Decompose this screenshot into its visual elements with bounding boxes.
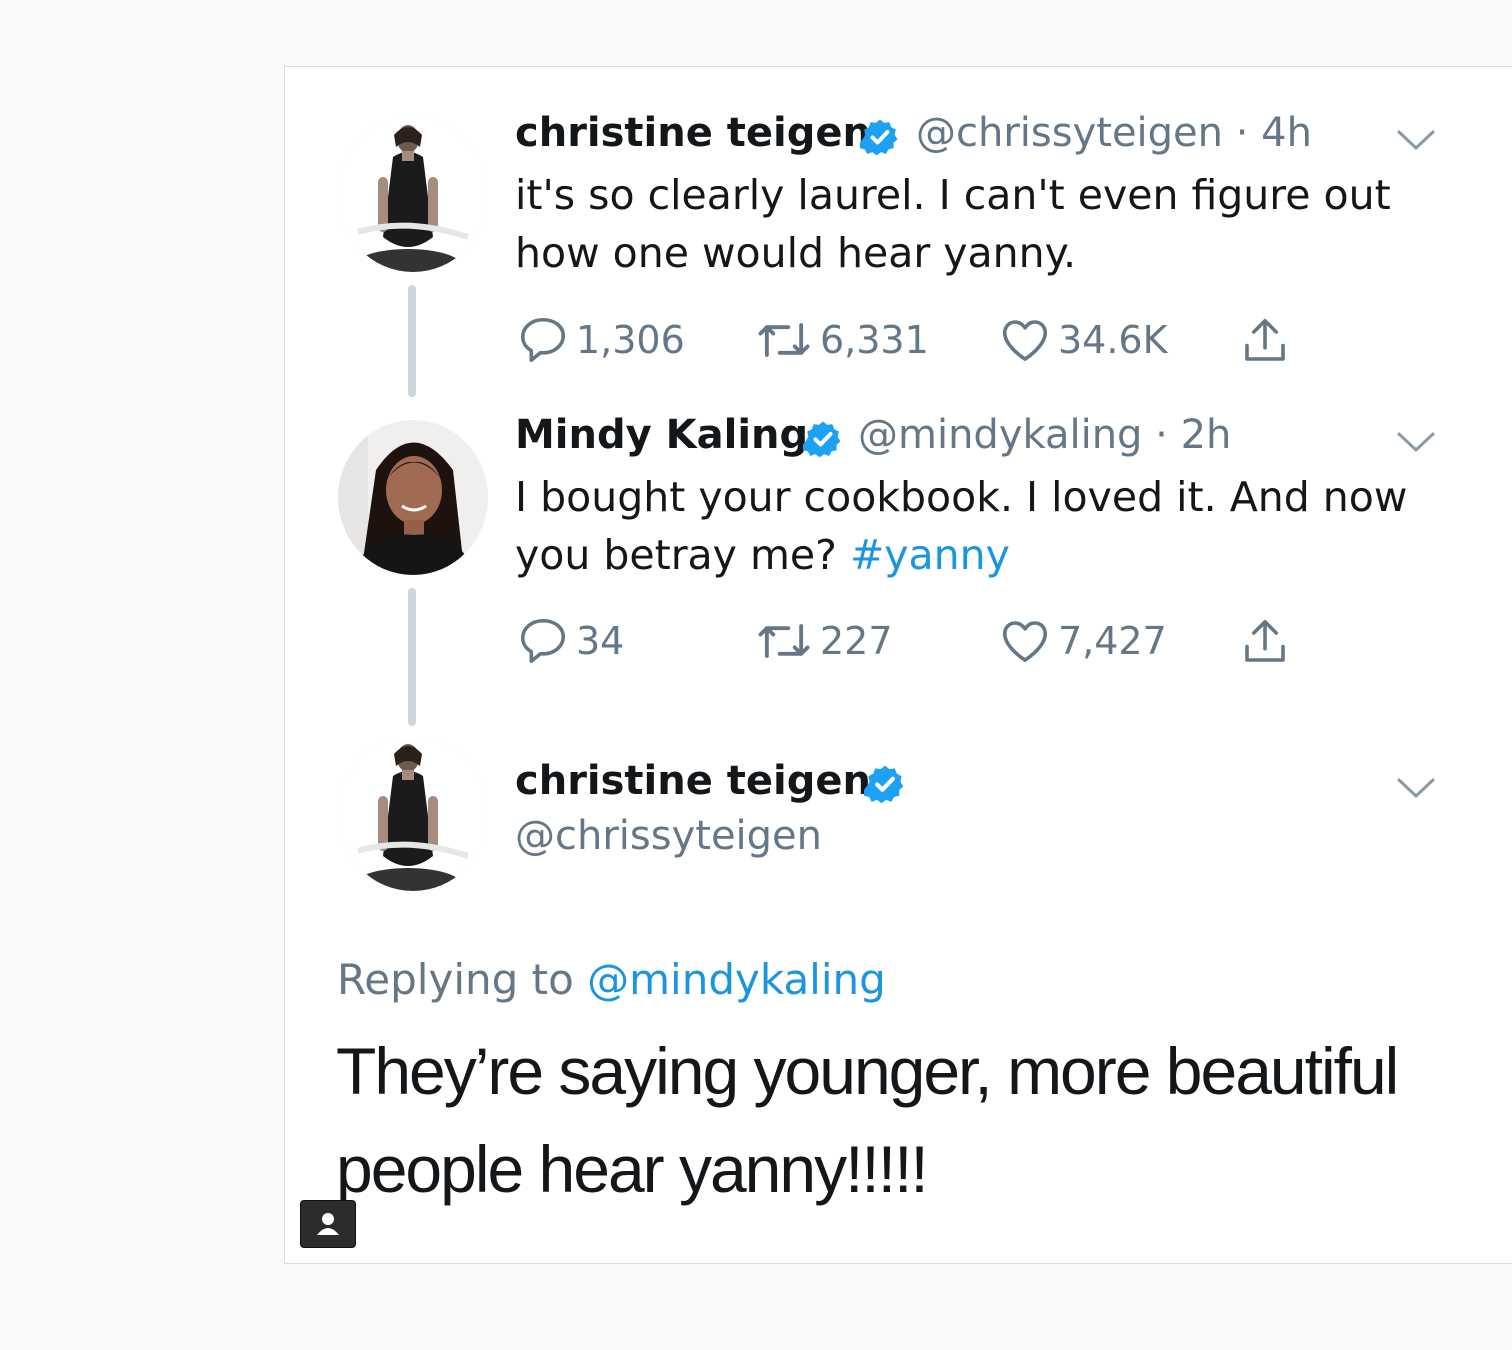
tweet-author-name[interactable]: Mindy Kaling <box>515 412 808 458</box>
tweet-author-handle[interactable]: @chrissyteigen <box>515 813 822 859</box>
replying-to-line: Replying to @mindykaling <box>337 955 886 1004</box>
share-icon <box>1245 318 1285 361</box>
replying-to-handle-link[interactable]: @mindykaling <box>587 955 886 1004</box>
tweet-author-name[interactable]: christine teigen <box>515 110 871 156</box>
share-button[interactable] <box>1238 614 1298 670</box>
hashtag-link[interactable]: #yanny <box>850 531 1010 579</box>
like-count: 7,427 <box>1058 619 1167 663</box>
tweet-text: you betray me? <box>515 531 850 579</box>
tweet-text-line: I bought your cookbook. I loved it. And … <box>515 473 1408 521</box>
like-count: 34.6K <box>1058 318 1168 362</box>
retweet-count: 227 <box>820 619 893 663</box>
heart-icon <box>1002 320 1048 361</box>
retweet-icon <box>758 323 810 357</box>
reply-count: 1,306 <box>576 318 685 362</box>
tweet-timestamp[interactable]: · 4h <box>1236 110 1312 156</box>
retweet-button[interactable]: 227 <box>754 614 893 668</box>
avatar-mindykaling[interactable] <box>338 420 488 575</box>
tweet-author-handle[interactable]: @mindykaling · 2h <box>858 412 1231 458</box>
person-photo-icon <box>338 117 488 272</box>
retweet-count: 6,331 <box>820 318 929 362</box>
user-tag-button[interactable] <box>300 1197 356 1248</box>
user-icon <box>317 1197 339 1235</box>
chevron-down-icon[interactable] <box>1396 430 1436 454</box>
handle-text[interactable]: @mindykaling <box>858 412 1142 458</box>
handle-text[interactable]: @chrissyteigen <box>916 110 1223 156</box>
verified-badge-icon <box>860 119 898 156</box>
person-photo-icon <box>338 736 488 891</box>
reply-icon <box>520 618 566 664</box>
thread-connector <box>408 588 416 726</box>
person-photo-icon <box>338 420 488 575</box>
thread-connector <box>408 285 416 397</box>
like-button[interactable]: 7,427 <box>998 614 1167 668</box>
share-icon <box>1245 619 1285 662</box>
reply-icon <box>520 317 566 363</box>
retweet-button[interactable]: 6,331 <box>754 313 929 367</box>
retweet-icon <box>758 624 810 658</box>
share-button[interactable] <box>1238 313 1298 369</box>
like-button[interactable]: 34.6K <box>998 313 1168 367</box>
avatar-chrissyteigen[interactable] <box>338 117 488 272</box>
tweet-text-line: you betray me? #yanny <box>515 526 1010 584</box>
tweet-text-line: how one would hear yanny. <box>515 229 1077 277</box>
replying-to-label: Replying to <box>337 955 588 1004</box>
tweet-timestamp[interactable]: · 2h <box>1155 412 1231 458</box>
tweet-text-line: it's so clearly laurel. I can't even fig… <box>515 171 1391 219</box>
avatar-chrissyteigen[interactable] <box>338 736 488 891</box>
heart-icon <box>1002 621 1048 662</box>
chevron-down-icon[interactable] <box>1396 776 1436 800</box>
verified-badge-icon <box>803 421 841 458</box>
tweet-author-name[interactable]: christine teigen <box>515 758 871 804</box>
main-tweet-text-line: people hear yanny!!!!! <box>336 1132 929 1206</box>
main-tweet-text-line: They’re saying younger, more beautiful <box>336 1034 1399 1108</box>
verified-badge-icon <box>864 765 904 804</box>
reply-button[interactable]: 1,306 <box>516 313 685 367</box>
reply-button[interactable]: 34 <box>516 614 624 668</box>
chevron-down-icon[interactable] <box>1396 128 1436 152</box>
tweet-author-handle[interactable]: @chrissyteigen · 4h <box>916 110 1312 156</box>
reply-count: 34 <box>576 619 625 663</box>
